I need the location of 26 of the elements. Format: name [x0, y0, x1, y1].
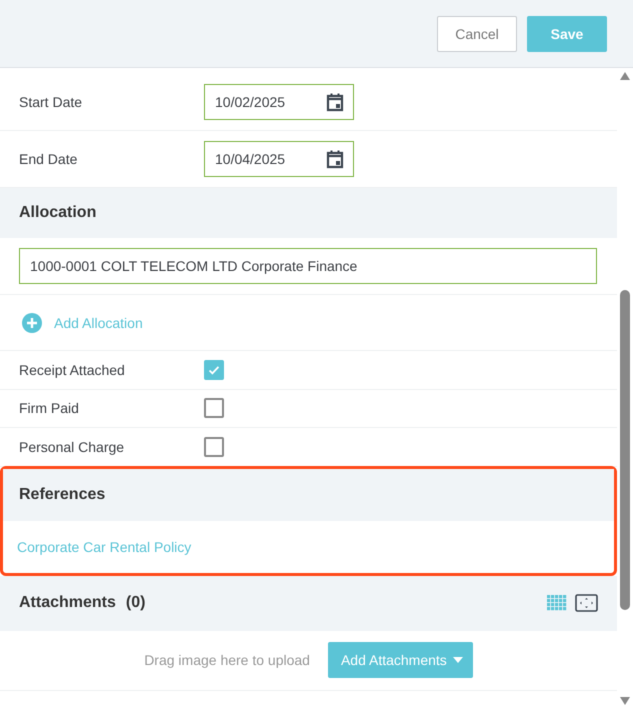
field-label: Personal Charge — [19, 438, 126, 455]
field-label: Firm Paid — [19, 400, 80, 416]
checkbox[interactable] — [204, 398, 224, 418]
scrollbar-thumb[interactable] — [620, 290, 630, 610]
caret-icon — [452, 657, 463, 663]
field-label: Start Date — [19, 94, 84, 110]
scroll-up-icon[interactable] — [620, 72, 630, 80]
section-title: Attachments — [19, 594, 116, 612]
scroll-down-icon[interactable] — [620, 697, 630, 705]
upload-hint: Drag image here to upload — [144, 652, 310, 668]
add-icon[interactable] — [22, 312, 42, 332]
field-label: Receipt Attached — [19, 362, 126, 378]
grid-view-icon[interactable] — [547, 595, 567, 611]
section-title: Allocation — [19, 204, 96, 222]
checkbox[interactable] — [204, 360, 224, 380]
date-field[interactable]: 10/04/2025 — [204, 141, 354, 177]
allocation-field[interactable]: 1000-0001 COLT TELECOM LTD Corporate Finance — [19, 248, 597, 284]
section-title: References — [19, 486, 106, 504]
attachment-count: (0) — [126, 594, 146, 612]
checkbox[interactable] — [204, 436, 224, 457]
calendar-icon[interactable] — [325, 92, 345, 112]
field-label: End Date — [19, 151, 78, 167]
fullscreen-icon[interactable] — [575, 594, 598, 612]
calendar-icon[interactable] — [325, 149, 345, 169]
date-field[interactable]: 10/02/2025 — [204, 84, 354, 120]
cancel-button[interactable]: Cancel — [437, 16, 517, 52]
